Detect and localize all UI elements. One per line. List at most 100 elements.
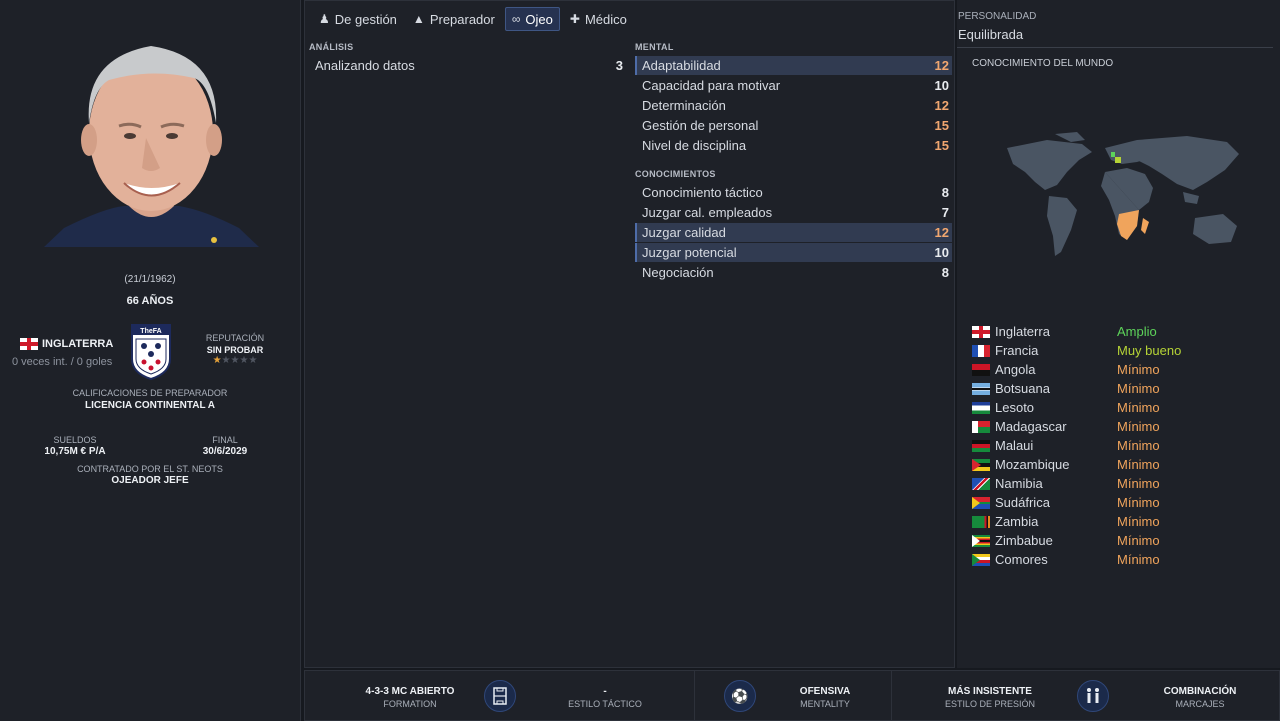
ball-icon[interactable]: ⚽: [724, 680, 756, 712]
federation-crest[interactable]: TheFA: [130, 323, 172, 381]
attribute-row[interactable]: Adaptabilidad 12: [635, 56, 952, 75]
attribute-value: 12: [934, 58, 949, 73]
knowledge-level: Mínimo: [1117, 419, 1160, 434]
country-row[interactable]: Angola Mínimo: [972, 360, 1160, 379]
tab-scouting[interactable]: ∞ Ojeo: [504, 7, 560, 31]
country-row[interactable]: Madagascar Mínimo: [972, 417, 1160, 436]
mental-title: MENTAL: [635, 42, 674, 52]
country-name: Lesoto: [995, 400, 1035, 415]
knowledge-level: Mínimo: [1117, 362, 1160, 377]
tab-management[interactable]: ♟ De gestión: [313, 7, 403, 31]
reputation-value: SIN PROBAR: [206, 345, 264, 355]
formation-info[interactable]: 4-3-3 MC ABIERTO FORMATION: [335, 686, 485, 709]
marking-info[interactable]: COMBINACIÓN MARCAJES: [1135, 686, 1265, 709]
analysis-title: ANÁLISIS: [309, 42, 354, 52]
salary-label: SUELDOS: [53, 435, 97, 445]
pressing-label: ESTILO DE PRESIÓN: [944, 699, 1036, 709]
mentality-value: OFENSIVA: [799, 686, 851, 697]
attribute-row[interactable]: Capacidad para motivar 10: [635, 76, 952, 95]
country-row[interactable]: Malaui Mínimo: [972, 436, 1160, 455]
attribute-label: Capacidad para motivar: [642, 78, 781, 93]
reputation-label: REPUTACIÓN: [205, 333, 265, 343]
attribute-value: 12: [934, 225, 949, 240]
country-row[interactable]: Sudáfrica Mínimo: [972, 493, 1160, 512]
tab-coach[interactable]: ▲ Preparador: [407, 7, 501, 31]
pressing-info[interactable]: MÁS INSISTENTE ESTILO DE PRESIÓN: [925, 686, 1055, 709]
contract-end-value: 30/6/2029: [202, 446, 248, 457]
attribute-row[interactable]: Nivel de disciplina 15: [635, 136, 952, 155]
attribute-label: Adaptabilidad: [642, 58, 721, 73]
contract-role-value: OJEADOR JEFE: [111, 475, 189, 486]
marking-value: COMBINACIÓN: [1163, 686, 1237, 697]
attribute-row[interactable]: Conocimiento táctico 8: [635, 183, 952, 202]
country-row[interactable]: Mozambique Mínimo: [972, 455, 1160, 474]
attribute-row[interactable]: Negociación 8: [635, 263, 952, 282]
mentality-info[interactable]: OFENSIVA MENTALITY: [765, 686, 885, 709]
country-name: Comores: [995, 552, 1048, 567]
country-row[interactable]: Comores Mínimo: [972, 550, 1160, 569]
country-name: Mozambique: [995, 457, 1070, 472]
star-icon: ★★★★: [221, 355, 258, 366]
personality-world-panel: PERSONALIDAD Equilibrada CONOCIMIENTO DE…: [957, 0, 1280, 668]
attribute-label: Juzgar cal. empleados: [642, 205, 773, 220]
tab-medical[interactable]: ✚ Médico: [564, 7, 633, 31]
qualifications-value: LICENCIA CONTINENTAL A: [85, 400, 215, 411]
nationality[interactable]: INGLATERRA: [20, 338, 113, 350]
country-name: Sudáfrica: [995, 495, 1050, 510]
attribute-row[interactable]: Juzgar calidad 12: [635, 223, 952, 242]
france-flag-icon: [972, 344, 990, 357]
country-row[interactable]: Zambia Mínimo: [972, 512, 1160, 531]
knowledge-level: Amplio: [1117, 324, 1157, 339]
attribute-row[interactable]: Juzgar cal. empleados 7: [635, 203, 952, 222]
attribute-row[interactable]: Analizando datos 3: [308, 56, 626, 75]
country-row[interactable]: Botsuana Mínimo: [972, 379, 1160, 398]
world-knowledge-title: CONOCIMIENTO DEL MUNDO: [972, 58, 1114, 69]
attribute-row[interactable]: Juzgar potencial 10: [635, 243, 952, 262]
attribute-label: Nivel de disciplina: [642, 138, 747, 153]
world-map[interactable]: [987, 130, 1247, 265]
knowledge-level: Mínimo: [1117, 514, 1160, 529]
country-row[interactable]: Francia Muy bueno: [972, 341, 1181, 360]
pitch-icon[interactable]: [484, 680, 516, 712]
country-name: Botsuana: [995, 381, 1050, 396]
country-row[interactable]: Zimbabue Mínimo: [972, 531, 1160, 550]
attributes-panel: ♟ De gestión ▲ Preparador ∞ Ojeo ✚ Médic…: [304, 0, 955, 668]
madagascar-flag-icon: [972, 420, 990, 433]
attribute-row[interactable]: Gestión de personal 15: [635, 116, 952, 135]
attribute-value: 10: [934, 78, 949, 93]
contract-role: CONTRATADO POR EL ST. NEOTS OJEADOR JEFE: [0, 464, 300, 486]
attribute-row[interactable]: Determinación 12: [635, 96, 952, 115]
country-name: Madagascar: [995, 419, 1067, 434]
england-flag-icon: [20, 338, 38, 350]
attribute-label: Determinación: [642, 98, 726, 113]
england-flag-icon: [972, 325, 990, 338]
reputation: REPUTACIÓN SIN PROBAR ★★★★★: [200, 333, 270, 366]
country-row[interactable]: Namibia Mínimo: [972, 474, 1160, 493]
knowledge-level: Mínimo: [1117, 495, 1160, 510]
attribute-value: 15: [934, 118, 949, 133]
attribute-value: 8: [941, 185, 949, 200]
country-row[interactable]: Inglaterra Amplio: [972, 322, 1157, 341]
comoros-flag-icon: [972, 553, 990, 566]
country-name: Inglaterra: [995, 324, 1050, 339]
star-icon: ★: [212, 355, 222, 366]
knowledge-level: Mínimo: [1117, 457, 1160, 472]
knowledge-level: Mínimo: [1117, 438, 1160, 453]
country-row[interactable]: Lesoto Mínimo: [972, 398, 1160, 417]
separator: [694, 671, 695, 721]
marking-icon[interactable]: [1077, 680, 1109, 712]
mentality-label: MENTALITY: [800, 699, 850, 709]
birth-date: (21/1/1962): [124, 274, 176, 285]
country-name: Zimbabue: [995, 533, 1053, 548]
staff-photo: [44, 28, 259, 247]
knowledge-level: Mínimo: [1117, 476, 1160, 491]
salary: SUELDOS 10,75M € P/A: [40, 435, 110, 457]
attribute-label: Juzgar calidad: [642, 225, 726, 240]
attribute-value: 15: [934, 138, 949, 153]
mozambique-flag-icon: [972, 458, 990, 471]
attribute-tabs: ♟ De gestión ▲ Preparador ∞ Ojeo ✚ Médic…: [313, 7, 633, 31]
tactical-style-info[interactable]: - ESTILO TÁCTICO: [535, 686, 675, 709]
divider: [957, 47, 1273, 48]
crest-text: TheFA: [140, 328, 161, 335]
knowledge-level: Muy bueno: [1117, 343, 1182, 358]
